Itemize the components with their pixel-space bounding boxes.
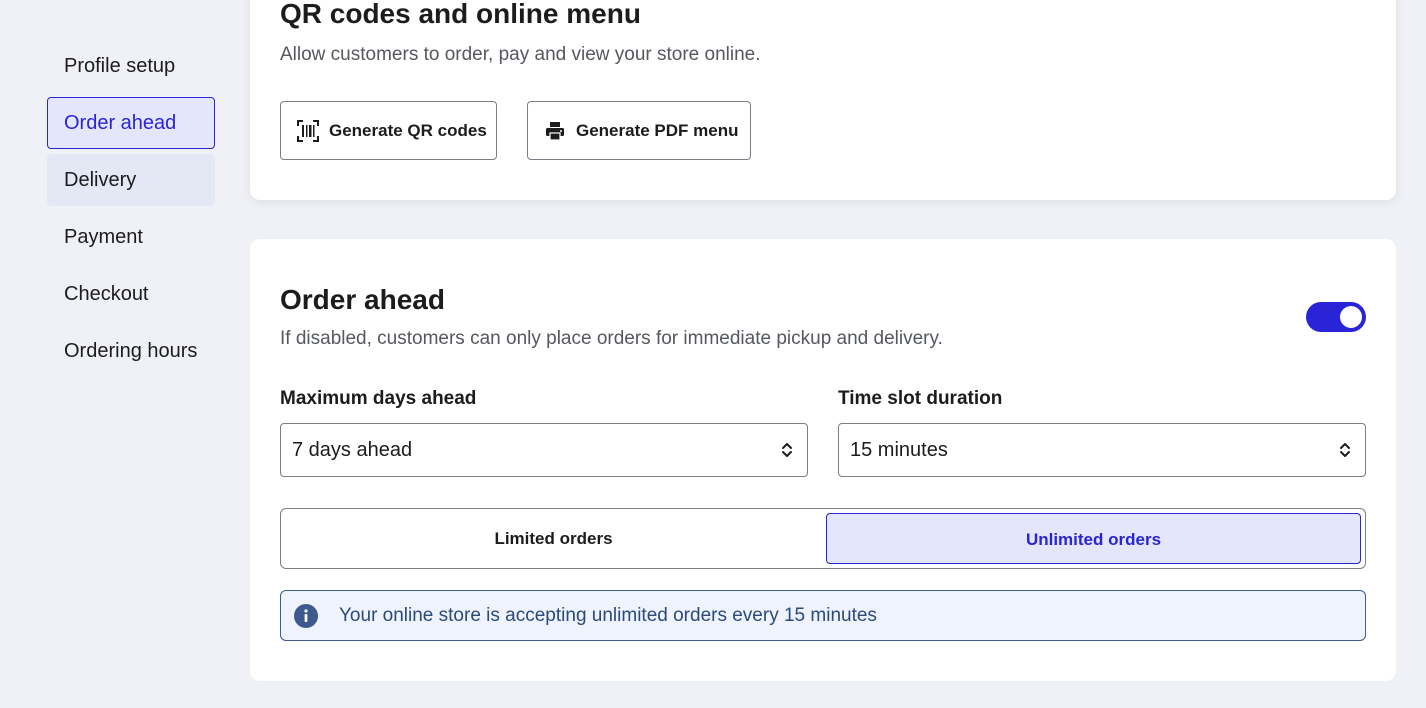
- sidebar-item-checkout[interactable]: Checkout: [47, 268, 215, 320]
- qr-codes-card: QR codes and online menu Allow customers…: [250, 0, 1396, 200]
- generate-qr-codes-button[interactable]: Generate QR codes: [280, 101, 497, 160]
- sidebar-item-ordering-hours[interactable]: Ordering hours: [47, 325, 215, 377]
- chevron-up-down-icon: [1340, 443, 1350, 457]
- sidebar-item-delivery[interactable]: Delivery: [47, 154, 215, 206]
- order-ahead-title: Order ahead: [280, 284, 445, 315]
- slot-duration-select[interactable]: 15 minutes: [838, 423, 1366, 477]
- info-circle-icon: [294, 603, 318, 628]
- generate-qr-codes-label: Generate QR codes: [329, 120, 487, 140]
- max-days-label: Maximum days ahead: [280, 388, 477, 409]
- generate-pdf-menu-button[interactable]: Generate PDF menu: [527, 101, 751, 160]
- sidebar-item-payment[interactable]: Payment: [47, 211, 215, 263]
- qr-card-subtitle: Allow customers to order, pay and view y…: [280, 44, 761, 65]
- generate-pdf-menu-label: Generate PDF menu: [576, 120, 739, 140]
- unlimited-orders-option[interactable]: Unlimited orders: [826, 513, 1361, 564]
- order-limit-segmented-control: Limited orders Unlimited orders: [280, 508, 1366, 569]
- slot-duration-value: 15 minutes: [850, 439, 948, 461]
- qr-code-scan-icon: [297, 119, 319, 142]
- chevron-up-down-icon: [782, 443, 792, 457]
- qr-card-title: QR codes and online menu: [280, 0, 641, 29]
- settings-sidebar: Profile setup Order ahead Delivery Payme…: [47, 40, 215, 382]
- info-banner: Your online store is accepting unlimited…: [280, 590, 1366, 641]
- order-ahead-subtitle: If disabled, customers can only place or…: [280, 328, 943, 349]
- limited-orders-option[interactable]: Limited orders: [285, 513, 822, 564]
- info-banner-text: Your online store is accepting unlimited…: [339, 604, 877, 626]
- printer-icon: [544, 120, 566, 142]
- slot-duration-label: Time slot duration: [838, 388, 1003, 409]
- order-ahead-toggle[interactable]: [1306, 302, 1366, 332]
- order-ahead-card: Order ahead If disabled, customers can o…: [250, 239, 1396, 681]
- sidebar-item-profile-setup[interactable]: Profile setup: [47, 40, 215, 92]
- toggle-knob: [1340, 306, 1362, 328]
- page: Profile setup Order ahead Delivery Payme…: [0, 0, 1426, 708]
- max-days-value: 7 days ahead: [292, 439, 413, 461]
- sidebar-item-order-ahead[interactable]: Order ahead: [47, 97, 215, 149]
- max-days-select[interactable]: 7 days ahead: [280, 423, 808, 477]
